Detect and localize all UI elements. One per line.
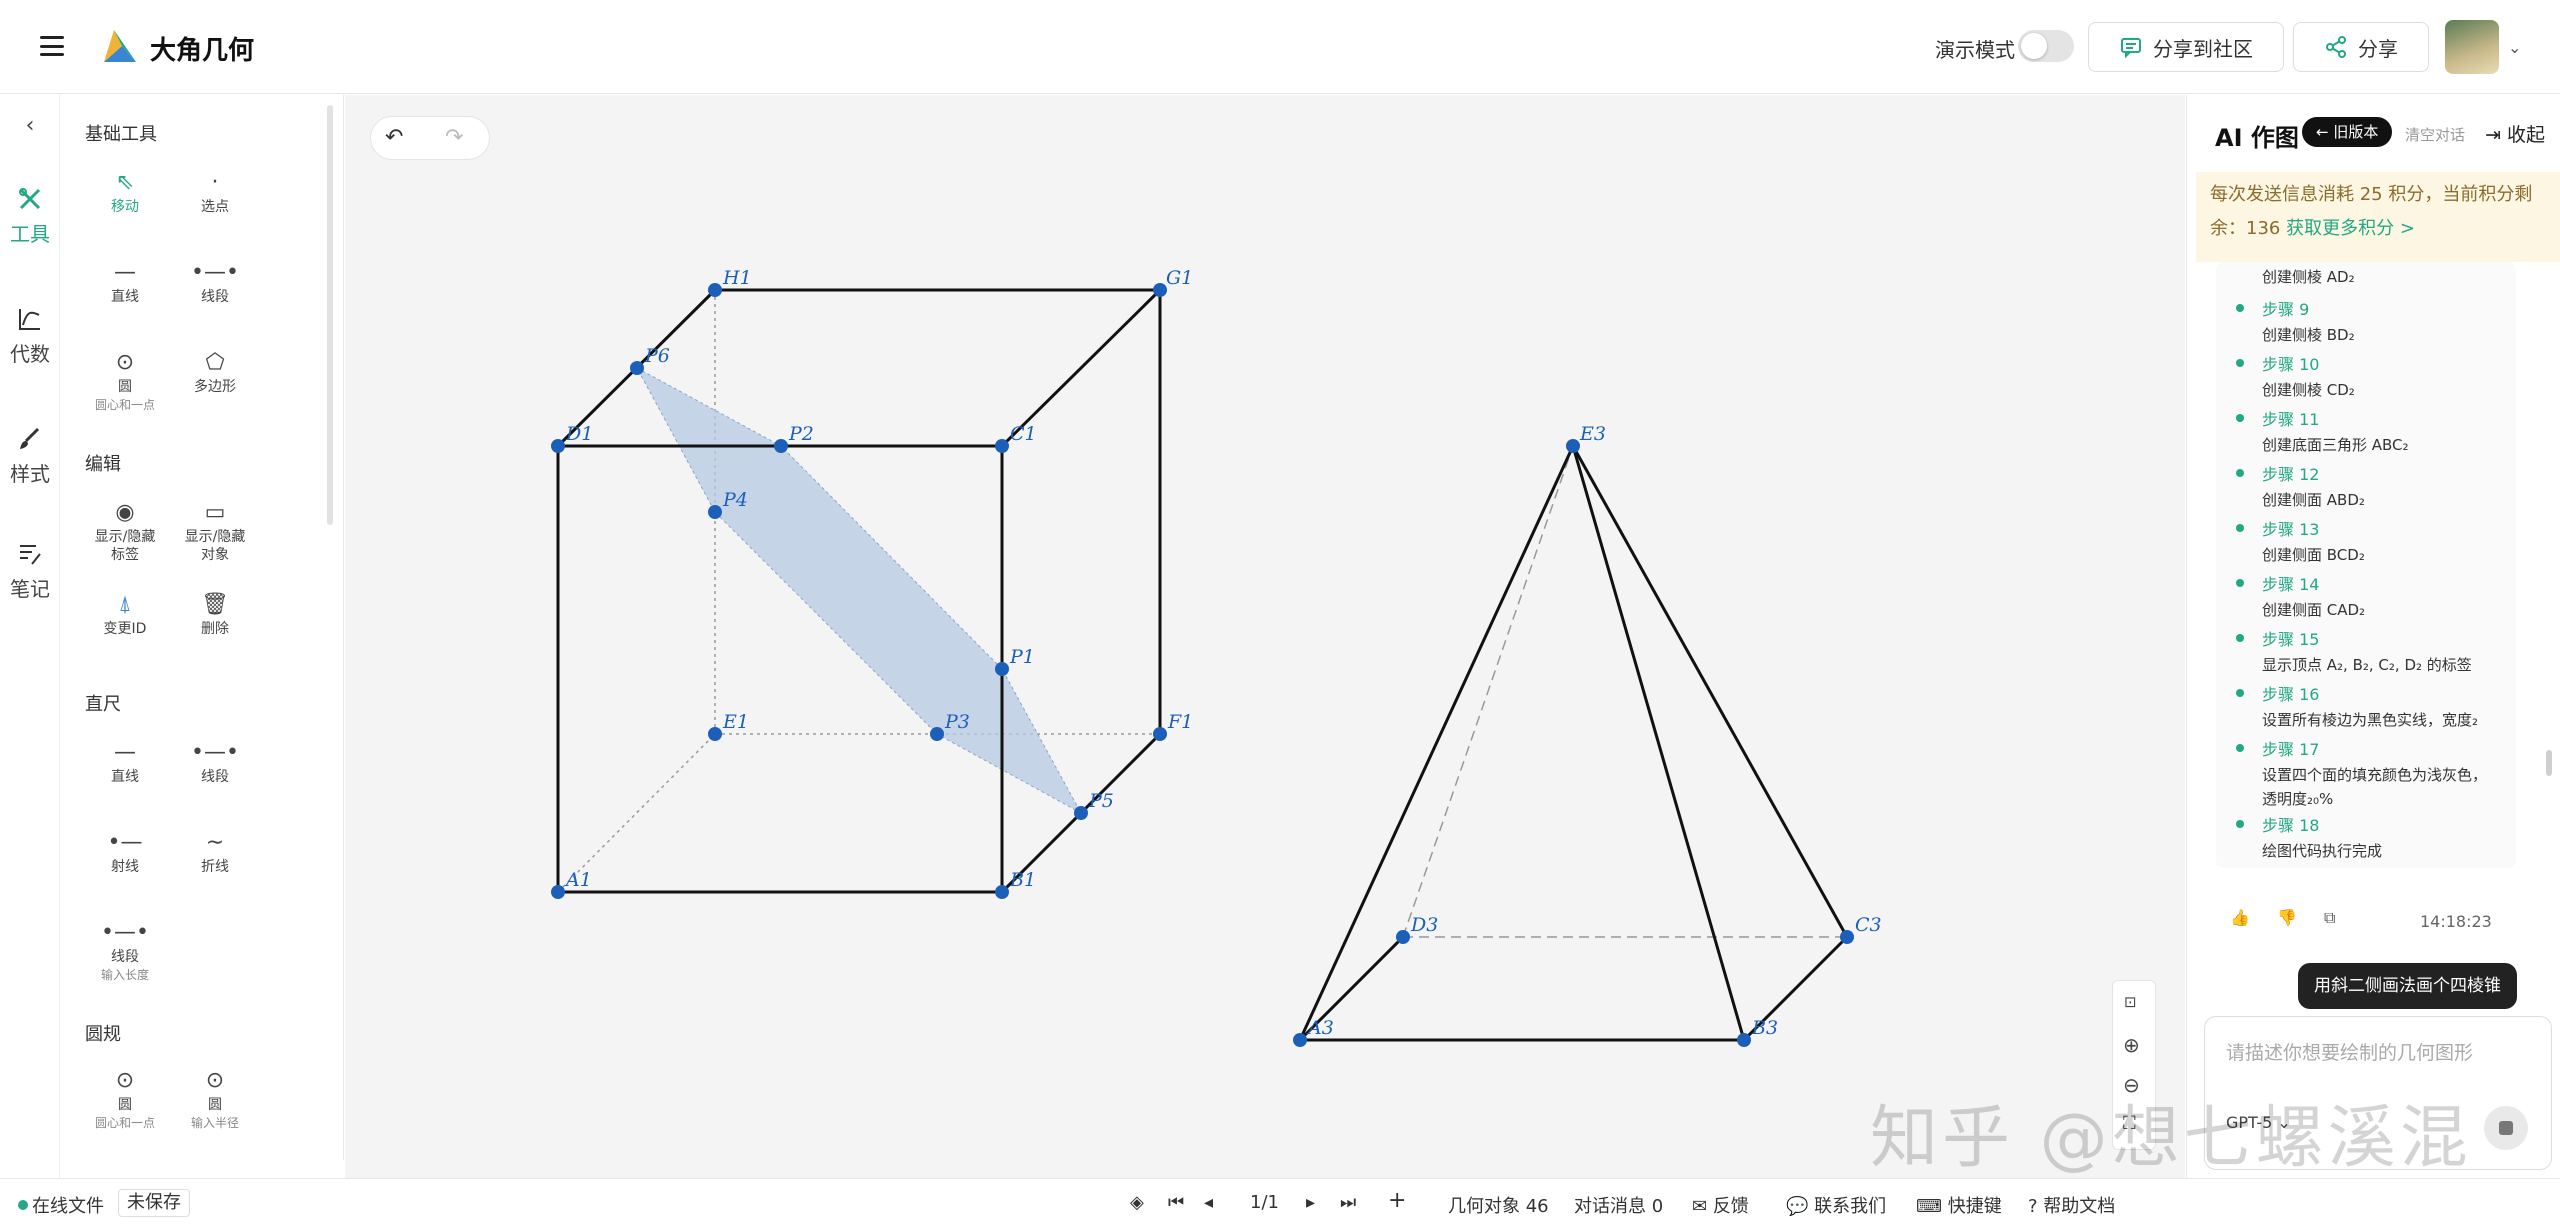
wechat-icon: 💬 [1786,1196,1815,1217]
message-count: 对话消息 0 [1574,1196,1664,1217]
thumbs-down-icon[interactable]: 👎 [2277,908,2297,927]
point-label: E3 [1579,423,1606,445]
prev-page-icon[interactable]: ◂ [1204,1192,1213,1213]
step-dot [2236,524,2244,532]
chat-scroll-thumb[interactable] [2546,750,2552,776]
prompt-placeholder: 请描述你想要绘制的几何图形 [2226,1042,2474,1064]
keyboard-icon: ⌨ [1916,1196,1948,1217]
point-label: P6 [644,345,670,367]
zoom-in-icon[interactable]: ⊕ [2123,1033,2140,1057]
page-indicator: 1/1 [1250,1192,1279,1213]
step-title: 步骤 11 [2262,410,2320,429]
step-title: 步骤 18 [2262,816,2320,835]
point-label: P4 [722,489,748,511]
last-page-icon[interactable]: ⏭ [1340,1192,1356,1213]
help-label: 帮助文档 [2043,1196,2116,1217]
point-label: A1 [564,869,592,891]
copy-icon[interactable]: ⧉ [2324,908,2335,927]
step-title: 步骤 13 [2262,520,2320,539]
step-title: 步骤 17 [2262,740,2320,759]
step-dot [2236,744,2244,752]
step-desc: 创建侧棱 CD₂ [2262,381,2355,399]
step-title: 步骤 15 [2262,630,2320,649]
step-title: 步骤 9 [2262,300,2310,319]
step-desc: 创建侧面 CAD₂ [2262,601,2366,619]
point-label: C3 [1855,914,1882,936]
credits-notice: 每次发送信息消耗 25 积分，当前积分剩余：136 获取更多积分 > [2196,172,2560,262]
step-desc: 设置所有棱边为黑色实线，宽度₂ [2262,711,2479,729]
feedback-label: 反馈 [1712,1196,1749,1217]
watermark: 知乎 @想七螺溪混 [1870,1099,2472,1178]
step-desc: 设置四个面的填充颜色为浅灰色， [2262,766,2488,784]
point-label: D1 [565,423,593,445]
message-time: 14:18:23 [2420,912,2492,931]
step-desc: 显示顶点 A₂, B₂, C₂, D₂ 的标签 [2262,656,2472,674]
get-credits-link[interactable]: 获取更多积分 > [2286,218,2415,239]
feedback-button[interactable]: ✉ 反馈 [1692,1192,1749,1218]
point-label: F1 [1167,711,1193,733]
step-dot [2236,304,2244,312]
step-desc: 透明度₂₀% [2262,790,2334,808]
step-title: 步骤 10 [2262,355,2320,374]
step-desc: 创建侧面 ABD₂ [2262,491,2365,509]
point-label: P5 [1088,790,1114,812]
step-dot [2236,469,2244,477]
step-desc: 创建侧面 BCD₂ [2262,546,2365,564]
step-dot [2236,359,2244,367]
thumbs-up-icon[interactable]: 👍 [2230,908,2250,927]
step-desc: 绘图代码执行完成 [2262,842,2383,860]
point-label: E1 [722,711,749,733]
step-title: 步骤 16 [2262,685,2320,704]
add-page-icon[interactable]: + [1388,1188,1406,1213]
clear-chat-button[interactable]: 清空对话 [2405,124,2465,145]
message-actions: 👍 👎 ⧉ [2230,908,2335,928]
step-dot [2236,634,2244,642]
step-desc: 创建底面三角形 ABC₂ [2262,436,2409,454]
next-page-icon[interactable]: ▸ [1306,1192,1315,1213]
point-label: H1 [722,267,752,289]
collapse-label: 收起 [2506,124,2545,146]
online-file-label: 在线文件 [32,1196,104,1217]
point-label: P1 [1009,646,1035,668]
point-label: P3 [944,711,970,733]
shortcuts-button[interactable]: ⌨ 快捷键 [1916,1192,2002,1218]
point-label: B1 [1009,869,1036,891]
step-dot [2236,689,2244,697]
point-label: G1 [1166,267,1193,289]
collapse-button[interactable]: ⇥ 收起 [2485,120,2545,147]
point-label: C1 [1010,423,1037,445]
point-label: P2 [788,423,814,445]
first-page-icon[interactable]: ⏮ [1168,1192,1184,1213]
user-message: 用斜二侧画法画个四棱锥 [2298,963,2517,1009]
collapse-icon: ⇥ [2485,124,2501,146]
shortcuts-label: 快捷键 [1947,1196,2002,1217]
old-version-button[interactable]: ← 旧版本 [2302,117,2393,147]
fit-view-icon[interactable]: ⊡ [2124,993,2137,1011]
ai-panel-title: AI 作图 [2215,124,2299,152]
step-dot [2236,414,2244,422]
partial-step-desc: 创建侧棱 AD₂ [2262,268,2355,286]
status-bar [0,1178,2560,1229]
step-desc: 创建侧棱 BD₂ [2262,326,2355,344]
layers-icon[interactable]: ◈ [1130,1192,1144,1213]
mail-icon: ✉ [1692,1196,1713,1217]
online-status-dot [18,1200,28,1210]
point-label: A3 [1306,1017,1334,1039]
step-title: 步骤 14 [2262,575,2320,594]
unsaved-badge: 未保存 [118,1189,190,1217]
step-dot [2236,579,2244,587]
geometry-drawing: H1 G1 P6 D1 P2 C1 P4 P1 E1 F1 P3 P5 A1 B… [551,267,1882,1047]
object-count: 几何对象 46 [1448,1196,1549,1217]
help-icon: ? [2028,1196,2044,1217]
chat-scrollbar[interactable] [2546,260,2552,1000]
step-dot [2236,820,2244,828]
point-label: B3 [1751,1017,1778,1039]
step-title: 步骤 12 [2262,465,2320,484]
stop-button[interactable] [2484,1106,2528,1150]
contact-label: 联系我们 [1814,1196,1887,1217]
contact-button[interactable]: 💬 联系我们 [1786,1192,1886,1218]
point-label: D3 [1410,914,1438,936]
help-button[interactable]: ? 帮助文档 [2028,1192,2115,1218]
